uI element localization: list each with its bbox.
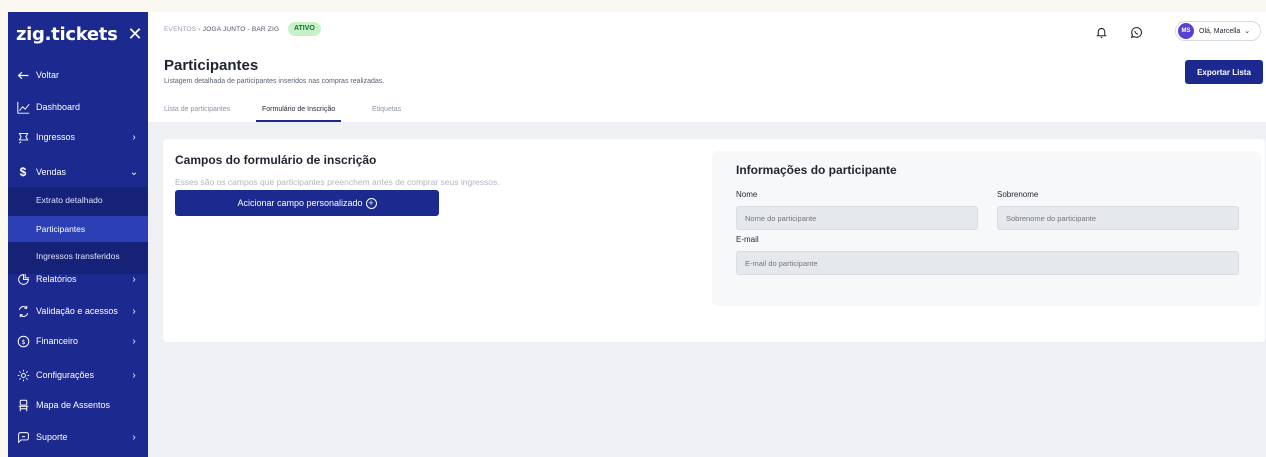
chevron-down-icon: ⌄: [1244, 28, 1251, 35]
arrow-left-icon: [16, 68, 30, 82]
last-name-field[interactable]: [997, 206, 1239, 230]
seat-icon: [16, 398, 30, 412]
ticket-icon: [16, 130, 30, 144]
sidebar-item-label: Relatórios: [36, 274, 77, 284]
breadcrumb-current: JOGA JUNTO - BAR ZIG: [202, 26, 280, 33]
brand-logo: zig.tickets: [16, 24, 118, 45]
sidebar-item-label: Configurações: [36, 370, 95, 380]
participant-info-panel: Informações do participante Nome Sobreno…: [712, 151, 1261, 306]
first-name-field[interactable]: [736, 206, 978, 230]
sidebar-subitem-participantes[interactable]: Participantes: [8, 216, 148, 242]
access-icon: [16, 304, 30, 318]
sidebar-item-label: Dashboard: [36, 102, 81, 112]
page-subtitle: Listagem detalhada de participantes inse…: [164, 78, 385, 85]
last-name-label: Sobrenome: [997, 190, 1039, 199]
gear-icon: [16, 368, 30, 382]
email-field[interactable]: [736, 251, 1239, 275]
breadcrumb-separator: ›: [198, 26, 201, 33]
export-list-button[interactable]: Exportar Lista: [1185, 60, 1263, 84]
notification-bell-icon[interactable]: [1093, 24, 1109, 40]
close-sidebar-button[interactable]: ✕: [126, 23, 144, 45]
sidebar-item-label: Financeiro: [36, 336, 79, 346]
add-custom-field-button[interactable]: Acicionar campo personalizado +: [175, 190, 439, 216]
svg-text:$: $: [21, 337, 25, 345]
chevron-right-icon: ›: [132, 369, 136, 381]
sidebar-subitem-extrato[interactable]: Extrato detalhado: [8, 187, 148, 213]
dollar-icon: $: [19, 165, 27, 179]
sidebar-item-configuracoes[interactable]: Configurações ›: [8, 362, 148, 388]
whatsapp-icon[interactable]: [1128, 24, 1144, 40]
chevron-right-icon: ›: [132, 131, 136, 143]
form-section-title: Campos do formulário de inscrição: [175, 153, 377, 167]
finance-icon: $: [16, 334, 30, 348]
vendas-submenu: Extrato detalhado Participantes Ingresso…: [8, 187, 148, 274]
sidebar: zig.tickets ✕ Voltar Dashboard Ingressos…: [8, 12, 148, 457]
breadcrumb: EVENTOS › JOGA JUNTO - BAR ZIG: [164, 26, 279, 33]
chevron-right-icon: ›: [132, 273, 136, 285]
sidebar-item-financeiro[interactable]: $ Financeiro ›: [8, 328, 148, 354]
sidebar-item-label: Voltar: [36, 70, 60, 80]
support-icon: [16, 430, 30, 444]
page-header: EVENTOS › JOGA JUNTO - BAR ZIG ATIVO MS …: [148, 12, 1266, 122]
sidebar-item-validacao[interactable]: Validação e acessos ›: [8, 298, 148, 324]
chevron-down-icon: ⌄: [129, 166, 139, 178]
sidebar-item-mapa-assentos[interactable]: Mapa de Assentos: [8, 392, 148, 418]
sidebar-item-suporte[interactable]: Suporte ›: [8, 424, 148, 450]
add-custom-field-label: Acicionar campo personalizado: [237, 198, 363, 208]
sidebar-item-ingressos[interactable]: Ingressos ›: [8, 124, 148, 150]
main-content: EVENTOS › JOGA JUNTO - BAR ZIG ATIVO MS …: [148, 12, 1266, 457]
tab-formulario-inscricao[interactable]: Formulário de Inscrição: [256, 98, 342, 122]
user-menu[interactable]: MS Olá, Marcella ⌄: [1175, 21, 1261, 41]
email-label: E-mail: [736, 235, 759, 244]
chart-icon: [16, 100, 30, 114]
sidebar-item-label: Ingressos: [36, 132, 76, 142]
tab-etiquetas[interactable]: Etiquetas: [372, 98, 401, 122]
chevron-right-icon: ›: [132, 431, 136, 443]
participant-info-title: Informações do participante: [736, 163, 897, 177]
sidebar-item-voltar[interactable]: Voltar: [8, 62, 148, 88]
tab-lista-participantes[interactable]: Lista de participantes: [164, 98, 230, 122]
plus-circle-icon: +: [365, 197, 377, 209]
page-title: Participantes: [164, 57, 259, 74]
sidebar-item-dashboard[interactable]: Dashboard: [8, 94, 148, 120]
breadcrumb-root[interactable]: EVENTOS: [164, 26, 196, 33]
app: zig.tickets ✕ Voltar Dashboard Ingressos…: [0, 0, 1266, 457]
chevron-right-icon: ›: [132, 305, 136, 317]
sidebar-item-label: Validação e acessos: [36, 306, 118, 316]
chevron-right-icon: ›: [132, 335, 136, 347]
report-icon: [16, 272, 30, 286]
form-section-description: Esses são os campos que participantes pr…: [175, 177, 500, 187]
sidebar-item-label: Mapa de Assentos: [36, 400, 111, 410]
sidebar-item-relatorios[interactable]: Relatórios ›: [8, 266, 148, 292]
user-greeting: Olá, Marcella: [1199, 27, 1241, 35]
sidebar-item-label: Suporte: [36, 432, 68, 442]
avatar: MS: [1178, 23, 1194, 39]
sidebar-item-label: Vendas: [36, 167, 67, 177]
sidebar-header: zig.tickets ✕: [8, 22, 148, 50]
form-fields-card: Campos do formulário de inscrição Esses …: [163, 139, 1265, 342]
first-name-label: Nome: [736, 190, 758, 199]
status-badge: ATIVO: [288, 22, 321, 36]
sidebar-item-vendas[interactable]: $ Vendas ⌄: [8, 159, 148, 185]
